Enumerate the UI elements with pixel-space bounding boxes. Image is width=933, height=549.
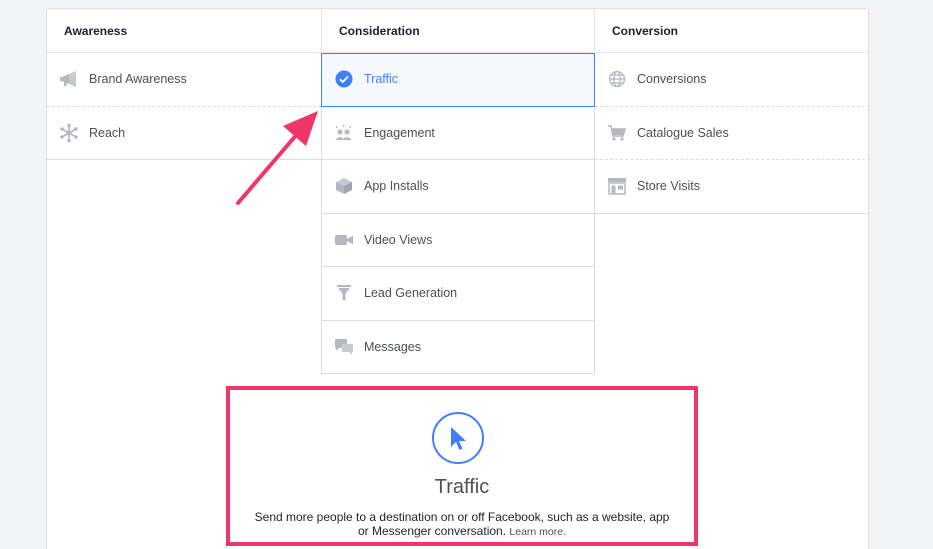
objective-detail-card: Traffic Send more people to a destinatio… [226,386,698,546]
objective-store-visits[interactable]: Store Visits [595,160,870,214]
globe-icon [607,69,627,89]
objective-label: Brand Awareness [89,72,187,87]
people-icon [334,123,354,143]
objective-video-views[interactable]: Video Views [321,213,595,267]
detail-title: Traffic [434,476,490,498]
consideration-column: Consideration Traffic Engagement App Ins… [321,9,595,374]
store-icon [607,176,627,196]
cursor-icon [432,412,484,464]
consideration-header: Consideration [321,9,595,53]
objective-messages[interactable]: Messages [321,320,595,374]
learn-more-link[interactable]: Learn more. [509,526,566,538]
objective-label: Conversions [637,72,707,87]
detail-description: Send more people to a destination on or … [248,510,676,539]
objective-label: Traffic [364,72,399,87]
objective-brand-awareness[interactable]: Brand Awareness [47,53,321,107]
megaphone-icon [59,69,79,89]
awareness-header: Awareness [47,9,321,53]
objective-label: Reach [89,125,126,140]
cart-icon [607,123,627,143]
objective-label: Engagement [364,125,435,140]
chat-bubbles-icon [334,337,354,357]
reach-icon [59,123,79,143]
objective-label: Video Views [364,232,433,247]
objective-label: Lead Generation [364,286,458,301]
conversion-header: Conversion [595,9,870,53]
objective-conversions[interactable]: Conversions [595,53,870,107]
detail-description-text: Send more people to a destination on or … [254,510,670,538]
objective-app-installs[interactable]: App Installs [321,160,595,214]
objective-label: Store Visits [637,179,700,194]
objective-engagement[interactable]: Engagement [321,106,595,160]
objective-traffic[interactable]: Traffic [321,53,595,107]
objective-catalogue-sales[interactable]: Catalogue Sales [595,107,870,160]
objective-label: Catalogue Sales [637,125,729,140]
annotation-arrow [236,111,318,205]
objective-lead-generation[interactable]: Lead Generation [321,267,595,321]
check-circle-icon [334,69,354,89]
video-camera-icon [334,230,354,250]
conversion-column: Conversion Conversions Catalogue Sales S… [595,9,870,214]
objective-label: Messages [364,339,421,354]
funnel-icon [334,283,354,303]
objective-label: App Installs [364,179,429,194]
box-icon [334,176,354,196]
